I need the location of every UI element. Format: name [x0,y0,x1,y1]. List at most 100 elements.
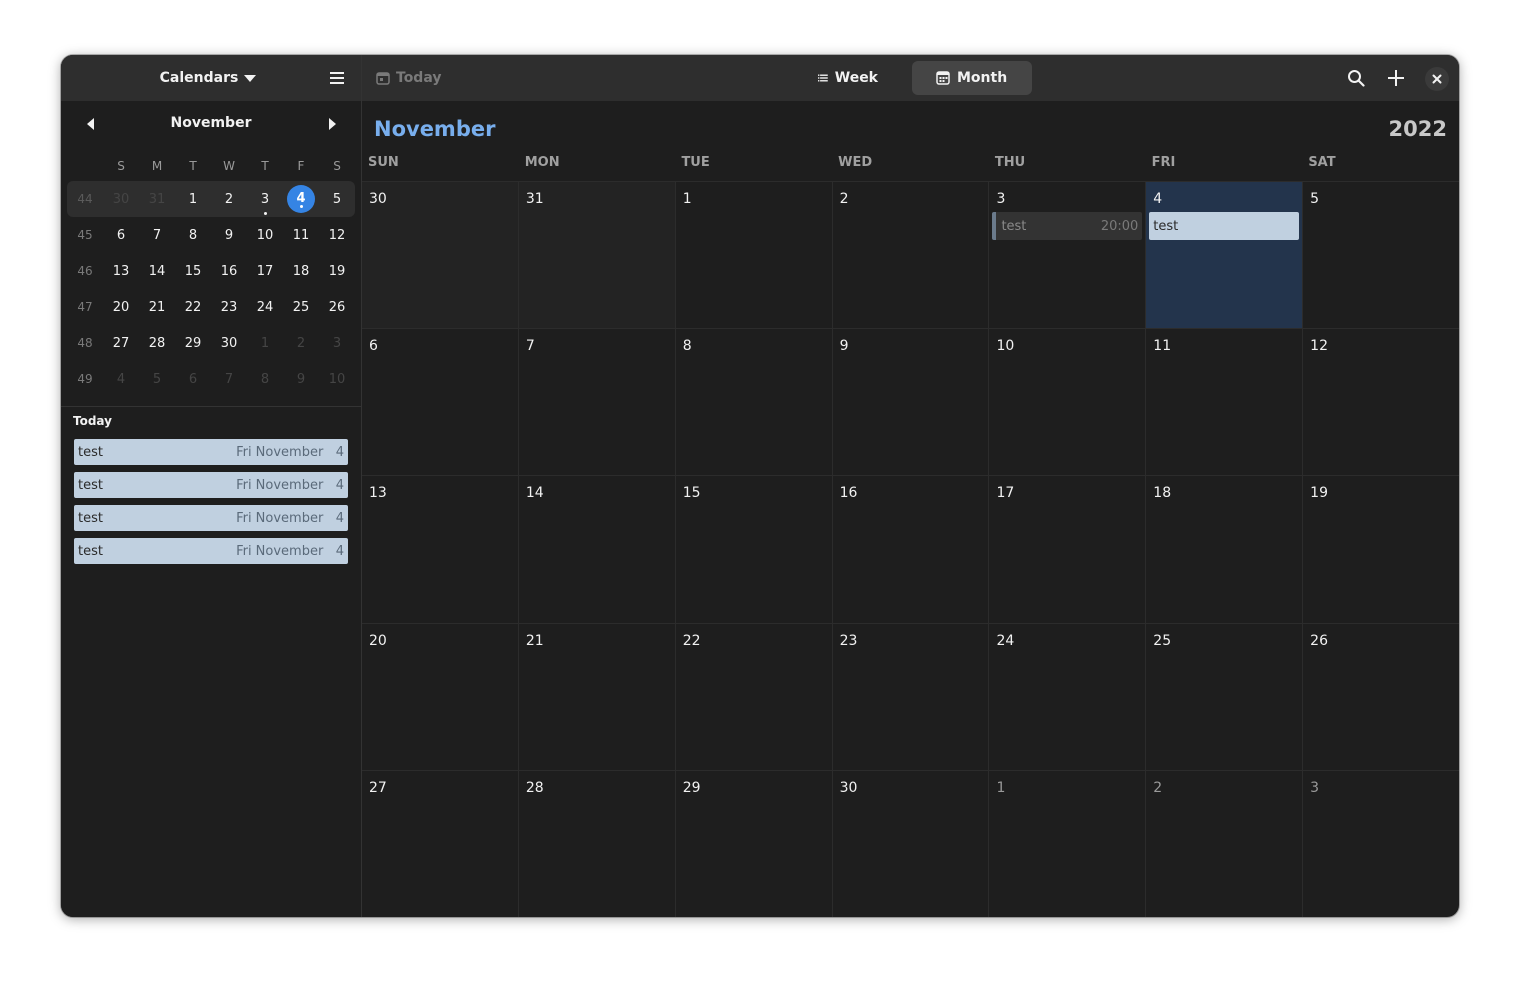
mini-day[interactable]: 17 [247,264,283,279]
mini-day[interactable]: 15 [175,264,211,279]
event-chip[interactable]: test [1149,212,1300,240]
mini-day[interactable]: 29 [175,336,211,351]
mini-day[interactable]: 21 [139,300,175,315]
day-cell[interactable]: 12 [1303,329,1459,475]
mini-day[interactable]: 2 [283,336,319,351]
mini-day[interactable]: 10 [247,228,283,243]
mini-day[interactable]: 19 [319,264,355,279]
mini-day[interactable]: 30 [103,192,139,207]
mini-day[interactable]: 9 [283,372,319,387]
today-button[interactable]: Today [376,64,441,92]
day-cell[interactable]: 21 [519,623,676,770]
day-cell[interactable]: 13 [362,476,519,623]
mini-day[interactable]: 31 [139,192,175,207]
day-cell[interactable]: 29 [676,770,833,917]
mini-day[interactable]: 20 [103,300,139,315]
day-number: 14 [525,485,544,502]
day-cell[interactable]: 25 [1146,623,1304,770]
day-cell[interactable]: 28 [519,770,676,917]
mini-day[interactable]: 13 [103,264,139,279]
day-cell[interactable]: 2 [1146,770,1304,917]
mini-day[interactable]: 9 [211,228,247,243]
mini-day[interactable]: 30 [211,336,247,351]
mini-day[interactable]: 8 [247,372,283,387]
day-cell[interactable]: 11 [1146,329,1304,476]
mini-day[interactable]: 11 [283,228,319,243]
previous-month-button[interactable] [77,111,103,137]
day-cell[interactable]: 26 [1303,624,1459,770]
today-event-item[interactable]: test Fri November 4 [74,505,348,531]
mini-day[interactable]: 18 [283,264,319,279]
day-number: 22 [682,632,701,649]
day-cell[interactable]: 20 [362,623,519,770]
today-event-item[interactable]: test Fri November 4 [74,439,348,465]
day-cell[interactable]: 7 [519,329,676,476]
today-event-item[interactable]: test Fri November 4 [74,538,348,564]
mini-day[interactable]: 6 [103,228,139,243]
mini-calendar-week: 49 4 5 6 7 8 9 10 [67,361,355,397]
mini-day[interactable]: 7 [211,372,247,387]
mini-day[interactable]: 26 [319,300,355,315]
day-cell[interactable]: 24 [989,623,1147,770]
mini-day[interactable]: 12 [319,228,355,243]
today-event-item[interactable]: test Fri November 4 [74,472,348,498]
search-button[interactable] [1342,64,1370,92]
mini-day[interactable]: 5 [319,192,355,207]
mini-day[interactable]: 6 [175,372,211,387]
day-cell[interactable]: 5 [1303,182,1459,328]
mini-day[interactable]: 1 [175,192,211,207]
mini-day[interactable]: 8 [175,228,211,243]
mini-day[interactable]: 10 [319,372,355,387]
month-view-button[interactable]: Month [912,61,1032,95]
day-cell[interactable]: 17 [989,476,1147,623]
day-cell[interactable]: 27 [362,770,519,917]
day-cell[interactable]: 19 [1303,476,1459,622]
mini-day[interactable]: 3 [319,336,355,351]
day-cell[interactable]: 8 [676,329,833,476]
day-cell[interactable]: 18 [1146,476,1304,623]
event-chip[interactable]: test 20:00 [992,212,1143,240]
mini-day[interactable]: 1 [247,336,283,351]
day-cell-selected[interactable]: 4 test [1146,182,1304,329]
mini-day[interactable]: 28 [139,336,175,351]
day-cell[interactable]: 10 [989,329,1147,476]
day-cell[interactable]: 2 [833,182,990,329]
day-cell[interactable]: 23 [833,623,990,770]
day-cell[interactable]: 30 [362,182,519,329]
mini-day[interactable]: 5 [139,372,175,387]
day-cell[interactable]: 30 [833,770,990,917]
close-window-button[interactable] [1425,67,1449,91]
calendars-button[interactable]: Calendars [153,64,263,92]
month-title: November [374,117,496,141]
day-cell[interactable]: 3 test 20:00 [989,182,1147,329]
day-cell[interactable]: 22 [676,623,833,770]
day-cell[interactable]: 9 [833,329,990,476]
day-cell[interactable]: 3 [1303,771,1459,917]
weekday-header: TUE [681,155,710,170]
day-cell[interactable]: 16 [833,476,990,623]
day-cell[interactable]: 31 [518,182,676,329]
day-cell[interactable]: 15 [676,476,833,623]
event-title: test [78,477,103,493]
mini-day[interactable]: 16 [211,264,247,279]
mini-day[interactable]: 25 [283,300,319,315]
mini-day[interactable]: 7 [139,228,175,243]
day-cell[interactable]: 1 [989,770,1147,917]
main-menu-button[interactable] [323,64,351,92]
mini-day[interactable]: 22 [175,300,211,315]
mini-day[interactable]: 23 [211,300,247,315]
day-cell[interactable]: 14 [519,476,676,623]
week-view-button[interactable]: Week [794,61,902,95]
mini-day[interactable]: 24 [247,300,283,315]
mini-day[interactable]: 14 [139,264,175,279]
weekday-label: M [151,159,163,173]
mini-day-today[interactable]: 4 [283,185,319,213]
day-cell[interactable]: 1 [676,182,833,329]
mini-day[interactable]: 27 [103,336,139,351]
mini-day-with-event[interactable]: 3 [247,192,283,215]
day-cell[interactable]: 6 [362,329,519,476]
mini-day[interactable]: 2 [211,192,247,207]
next-month-button[interactable] [319,111,345,137]
mini-day[interactable]: 4 [103,372,139,387]
add-event-button[interactable] [1382,64,1410,92]
